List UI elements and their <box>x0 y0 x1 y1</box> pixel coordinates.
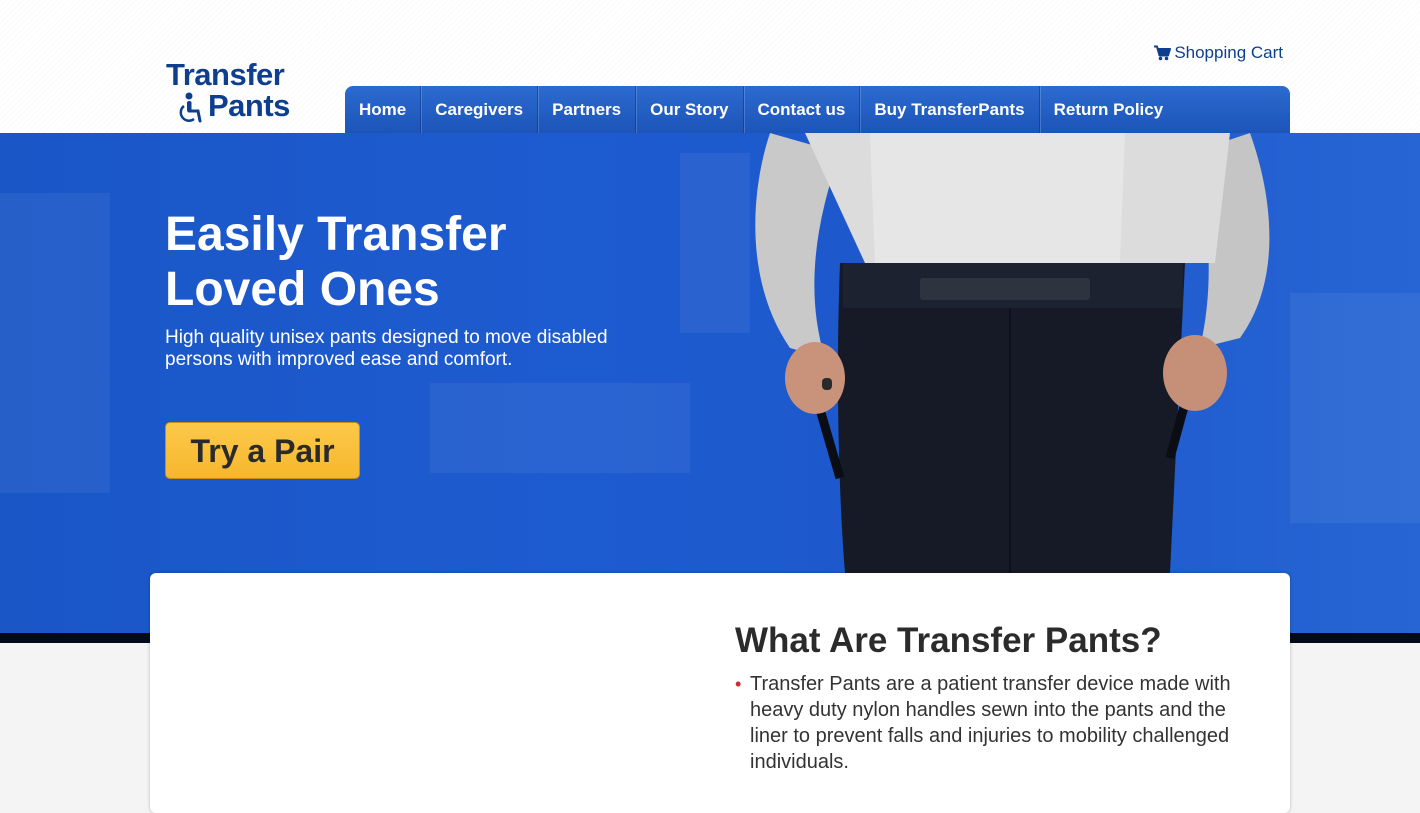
model-photo <box>755 133 1270 573</box>
hero-title: Easily Transfer Loved Ones <box>165 207 585 317</box>
feature-list: • Transfer Pants are a patient transfer … <box>735 671 1255 775</box>
list-item-text: Transfer Pants are a patient transfer de… <box>750 673 1231 773</box>
nav-item-buy-transferpants[interactable]: Buy TransferPants <box>860 86 1040 133</box>
hero-subtitle: High quality unisex pants designed to mo… <box>165 327 608 370</box>
logo-text-transfer: Transfer <box>166 57 285 92</box>
hero-title-line1: Easily Transfer <box>165 208 507 261</box>
hero-background-decoration <box>0 193 110 493</box>
main-nav: Home Caregivers Partners Our Story Conta… <box>345 86 1290 133</box>
nav-item-contact-us[interactable]: Contact us <box>744 86 861 133</box>
logo-text-pants: Pants <box>208 88 290 123</box>
nav-item-partners[interactable]: Partners <box>538 86 637 133</box>
hero-background-decoration <box>680 153 750 333</box>
bullet-icon: • <box>735 674 742 694</box>
hero-background-decoration <box>1290 293 1420 523</box>
nav-item-caregivers[interactable]: Caregivers <box>421 86 539 133</box>
try-a-pair-button[interactable]: Try a Pair <box>165 422 360 479</box>
shopping-cart-link[interactable]: Shopping Cart <box>1154 43 1283 63</box>
hero-background-decoration <box>430 383 690 473</box>
site-header: Transfer Pants Shopping Cart Home Caregi… <box>0 0 1420 133</box>
list-item: • Transfer Pants are a patient transfer … <box>735 671 1255 775</box>
shopping-cart-label: Shopping Cart <box>1174 43 1283 62</box>
site-logo[interactable]: Transfer Pants <box>166 58 306 128</box>
intro-card: What Are Transfer Pants? • Transfer Pant… <box>150 573 1290 813</box>
section-title: What Are Transfer Pants? <box>735 621 1162 660</box>
nav-item-our-story[interactable]: Our Story <box>636 86 744 133</box>
shopping-cart-icon <box>1154 45 1172 61</box>
nav-item-home[interactable]: Home <box>345 86 422 133</box>
hero-title-line2: Loved Ones <box>165 263 440 316</box>
wheelchair-icon <box>179 92 202 123</box>
hero-banner: Easily Transfer Loved Ones High quality … <box>0 133 1420 633</box>
nav-item-return-policy[interactable]: Return Policy <box>1040 86 1178 133</box>
